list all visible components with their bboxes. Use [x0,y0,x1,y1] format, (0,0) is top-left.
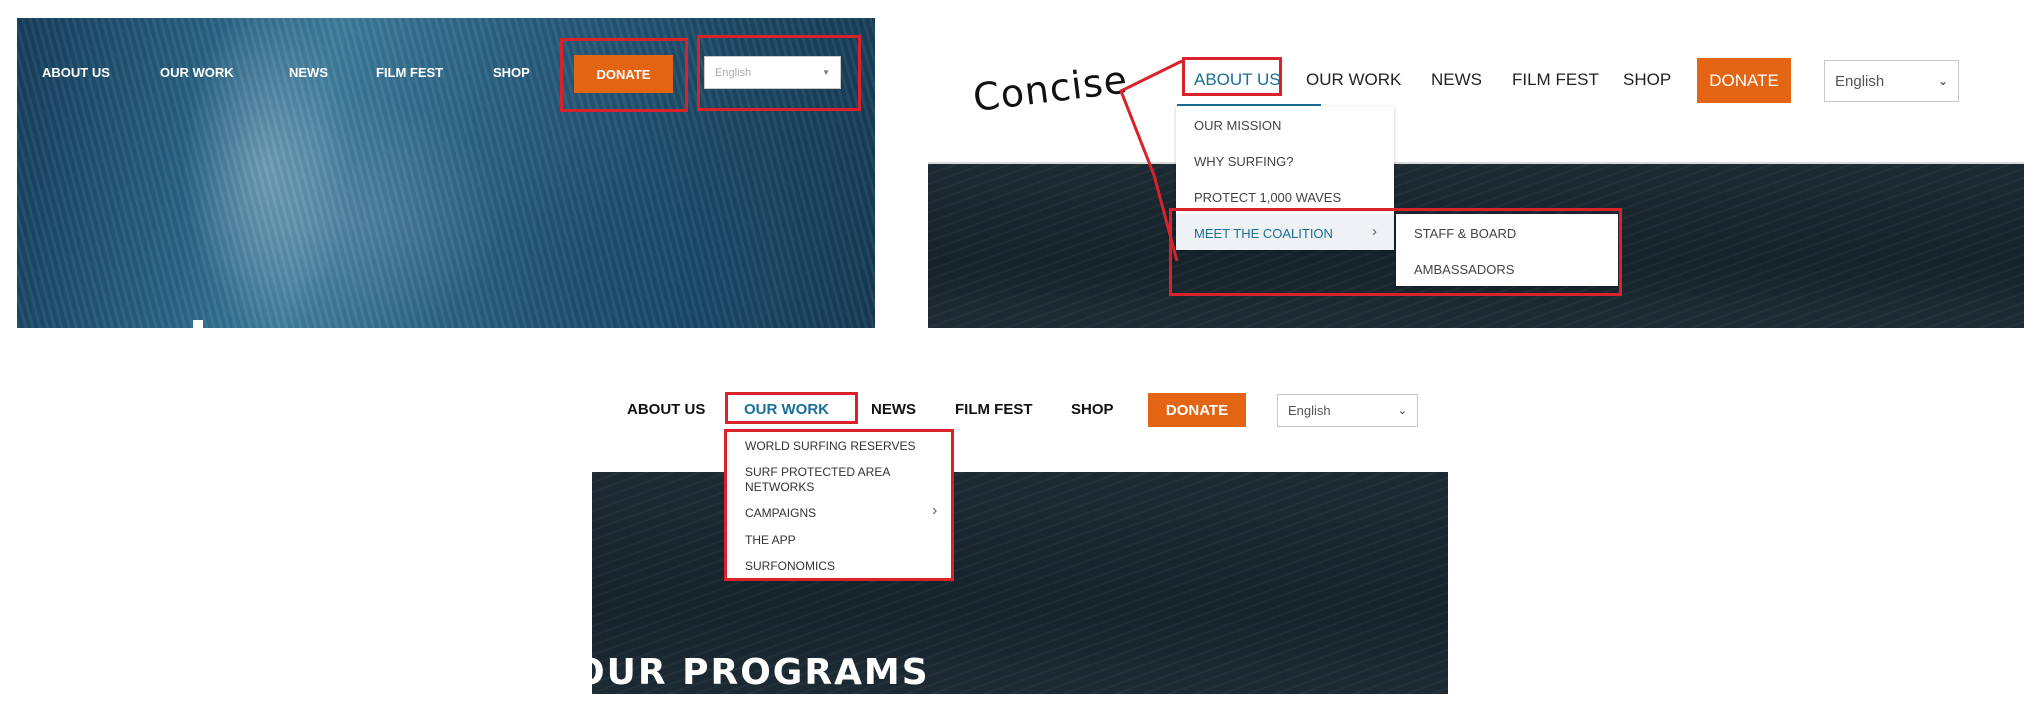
donate-button-label: DONATE [1165,401,1229,419]
hero-text-fragment [193,320,203,328]
menu-item-label: SURFONOMICS [745,559,835,573]
menu-item-surfonomics[interactable]: SURFONOMICS [727,552,951,578]
menu-item-label: STAFF & BOARD [1414,226,1517,241]
donate-button[interactable]: DONATE [1697,58,1791,103]
menu-item-label: SURF PROTECTED AREA NETWORKS [745,465,890,494]
menu-item-label: WHY SURFING? [1194,154,1294,169]
nav-shop[interactable]: SHOP [1623,70,1671,90]
chevron-down-icon: ▼ [822,68,830,77]
donate-button-label: DONATE [596,66,651,82]
nav-film-fest[interactable]: FILM FEST [376,65,443,80]
menu-item-label: AMBASSADORS [1414,262,1515,277]
screenshot-panel-top-left: ABOUT US OUR WORK NEWS FILM FEST SHOP DO… [17,18,875,328]
menu-item-our-mission[interactable]: OUR MISSION [1176,106,1394,142]
donate-button-label: DONATE [1709,70,1779,90]
hero-heading: OUR PROGRAMS [592,652,930,693]
nav-news[interactable]: NEWS [871,401,916,418]
nav-about-us[interactable]: ABOUT US [42,65,110,80]
menu-item-meet-the-coalition[interactable]: MEET THE COALITION › [1176,214,1394,250]
language-select-value: English [1835,72,1885,90]
nav-film-fest[interactable]: FILM FEST [955,401,1033,418]
menu-item-surf-protected-area-networks[interactable]: SURF PROTECTED AREA NETWORKS [727,458,951,496]
menu-item-ambassadors[interactable]: AMBASSADORS [1396,250,1618,286]
menu-item-label: THE APP [745,533,796,547]
nav-about-us[interactable]: ABOUT US [627,401,705,418]
nav-film-fest[interactable]: FILM FEST [1512,70,1599,90]
language-select[interactable]: English ⌄ [1824,60,1959,102]
screenshot-panel-top-right: Concise ABOUT US OUR WORK NEWS FILM FEST… [928,18,2024,328]
language-select-value: English [1288,403,1331,418]
screenshot-panel-bottom: ABOUT US OUR WORK NEWS FILM FEST SHOP DO… [592,384,1448,694]
our-work-dropdown-menu: WORLD SURFING RESERVES SURF PROTECTED AR… [727,432,951,578]
nav-news[interactable]: NEWS [289,65,328,80]
menu-item-the-app[interactable]: THE APP [727,526,951,552]
nav-about-us[interactable]: ABOUT US [1194,70,1281,90]
nav-our-work[interactable]: OUR WORK [1306,70,1401,90]
nav-shop[interactable]: SHOP [493,65,530,80]
nav-our-work[interactable]: OUR WORK [160,65,234,80]
nav-news[interactable]: NEWS [1431,70,1482,90]
language-select[interactable]: English ⌄ [1277,394,1418,427]
chevron-right-icon: › [1372,223,1377,240]
menu-item-campaigns[interactable]: CAMPAIGNS › [727,498,951,526]
menu-item-label: MEET THE COALITION [1194,226,1333,241]
chevron-down-icon: ⌄ [1397,405,1407,417]
menu-item-label: PROTECT 1,000 WAVES [1194,190,1342,205]
donate-button[interactable]: DONATE [1148,393,1246,427]
menu-item-label: OUR MISSION [1194,118,1282,133]
menu-item-why-surfing[interactable]: WHY SURFING? [1176,142,1394,178]
menu-item-protect-1000-waves[interactable]: PROTECT 1,000 WAVES [1176,178,1394,214]
coalition-submenu: STAFF & BOARD AMBASSADORS [1396,214,1618,286]
nav-our-work[interactable]: OUR WORK [744,401,829,418]
chevron-down-icon: ⌄ [1937,74,1948,88]
language-select-value: English [715,66,752,79]
about-us-dropdown-menu: OUR MISSION WHY SURFING? PROTECT 1,000 W… [1176,106,1394,250]
menu-item-label: CAMPAIGNS [745,506,817,520]
donate-button[interactable]: DONATE [574,55,673,93]
menu-item-staff-and-board[interactable]: STAFF & BOARD [1396,214,1618,250]
language-select[interactable]: English ▼ [704,56,841,89]
menu-item-world-surfing-reserves[interactable]: WORLD SURFING RESERVES [727,432,951,458]
hero-heading-text: OUR PROGRAMS [592,652,930,693]
menu-item-label: WORLD SURFING RESERVES [745,439,916,453]
chevron-right-icon: › [932,502,938,519]
nav-shop[interactable]: SHOP [1071,401,1114,418]
